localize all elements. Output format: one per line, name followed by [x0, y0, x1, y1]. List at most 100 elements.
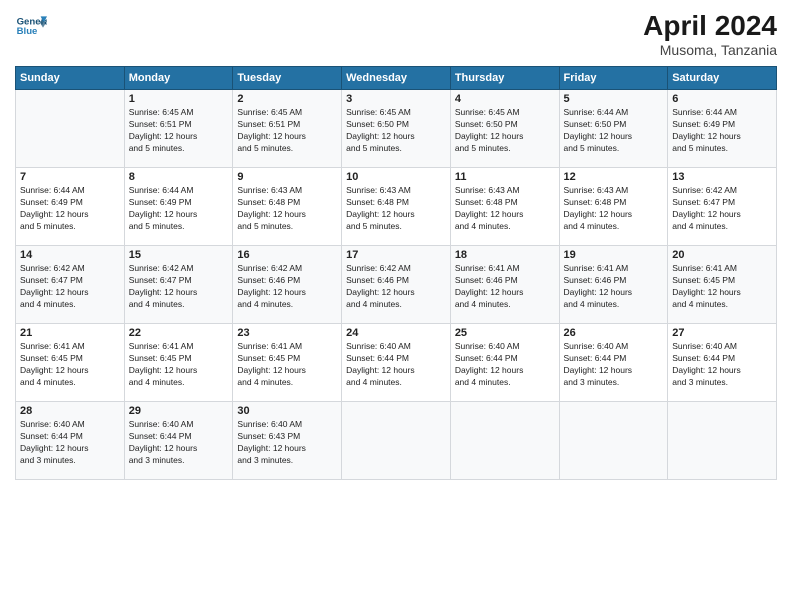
calendar-cell [668, 402, 777, 480]
day-number: 16 [237, 249, 337, 261]
day-number: 2 [237, 93, 337, 105]
day-info: Sunrise: 6:44 AM Sunset: 6:50 PM Dayligh… [564, 107, 664, 155]
calendar-week-3: 14 Sunrise: 6:42 AM Sunset: 6:47 PM Dayli… [16, 246, 777, 324]
calendar-cell: 14 Sunrise: 6:42 AM Sunset: 6:47 PM Dayli… [16, 246, 125, 324]
day-info: Sunrise: 6:40 AM Sunset: 6:44 PM Dayligh… [129, 419, 229, 467]
day-info: Sunrise: 6:44 AM Sunset: 6:49 PM Dayligh… [20, 185, 120, 233]
day-info: Sunrise: 6:41 AM Sunset: 6:46 PM Dayligh… [455, 263, 555, 311]
header-saturday: Saturday [668, 67, 777, 90]
day-info: Sunrise: 6:40 AM Sunset: 6:44 PM Dayligh… [346, 341, 446, 389]
day-info: Sunrise: 6:42 AM Sunset: 6:46 PM Dayligh… [237, 263, 337, 311]
day-info: Sunrise: 6:41 AM Sunset: 6:45 PM Dayligh… [672, 263, 772, 311]
day-info: Sunrise: 6:45 AM Sunset: 6:51 PM Dayligh… [237, 107, 337, 155]
day-info: Sunrise: 6:41 AM Sunset: 6:45 PM Dayligh… [237, 341, 337, 389]
day-number: 3 [346, 93, 446, 105]
day-info: Sunrise: 6:43 AM Sunset: 6:48 PM Dayligh… [564, 185, 664, 233]
logo-icon: General Blue [15, 10, 47, 42]
calendar-cell: 25 Sunrise: 6:40 AM Sunset: 6:44 PM Dayli… [450, 324, 559, 402]
calendar-cell: 28Sunrise: 6:40 AM Sunset: 6:44 PM Dayli… [16, 402, 125, 480]
title-block: April 2024 Musoma, Tanzania [643, 10, 777, 58]
day-number: 10 [346, 171, 446, 183]
day-number: 25 [455, 327, 555, 339]
day-info: Sunrise: 6:42 AM Sunset: 6:47 PM Dayligh… [672, 185, 772, 233]
day-info: Sunrise: 6:42 AM Sunset: 6:47 PM Dayligh… [20, 263, 120, 311]
calendar-cell: 26 Sunrise: 6:40 AM Sunset: 6:44 PM Dayli… [559, 324, 668, 402]
day-number: 24 [346, 327, 446, 339]
day-number: 1 [129, 93, 229, 105]
calendar-cell: 11Sunrise: 6:43 AM Sunset: 6:48 PM Dayli… [450, 168, 559, 246]
day-number: 5 [564, 93, 664, 105]
subtitle: Musoma, Tanzania [643, 42, 777, 58]
day-number: 12 [564, 171, 664, 183]
calendar-cell: 24 Sunrise: 6:40 AM Sunset: 6:44 PM Dayli… [342, 324, 451, 402]
day-info: Sunrise: 6:43 AM Sunset: 6:48 PM Dayligh… [346, 185, 446, 233]
calendar-cell: 2 Sunrise: 6:45 AM Sunset: 6:51 PM Daylig… [233, 90, 342, 168]
day-number: 26 [564, 327, 664, 339]
calendar-cell: 30Sunrise: 6:40 AM Sunset: 6:43 PM Dayli… [233, 402, 342, 480]
day-info: Sunrise: 6:41 AM Sunset: 6:45 PM Dayligh… [129, 341, 229, 389]
day-number: 14 [20, 249, 120, 261]
day-number: 17 [346, 249, 446, 261]
calendar-week-2: 7 Sunrise: 6:44 AM Sunset: 6:49 PM Daylig… [16, 168, 777, 246]
day-number: 9 [237, 171, 337, 183]
calendar-cell: 22 Sunrise: 6:41 AM Sunset: 6:45 PM Dayli… [124, 324, 233, 402]
calendar-cell: 20 Sunrise: 6:41 AM Sunset: 6:45 PM Dayli… [668, 246, 777, 324]
calendar-cell: 17Sunrise: 6:42 AM Sunset: 6:46 PM Dayli… [342, 246, 451, 324]
day-number: 11 [455, 171, 555, 183]
day-number: 22 [129, 327, 229, 339]
calendar-cell: 4 Sunrise: 6:45 AM Sunset: 6:50 PM Daylig… [450, 90, 559, 168]
header-friday: Friday [559, 67, 668, 90]
day-number: 4 [455, 93, 555, 105]
header-thursday: Thursday [450, 67, 559, 90]
calendar-cell [342, 402, 451, 480]
month-title: April 2024 [643, 10, 777, 42]
day-info: Sunrise: 6:44 AM Sunset: 6:49 PM Dayligh… [672, 107, 772, 155]
calendar-cell: 3Sunrise: 6:45 AM Sunset: 6:50 PM Daylig… [342, 90, 451, 168]
day-number: 30 [237, 405, 337, 417]
day-info: Sunrise: 6:40 AM Sunset: 6:44 PM Dayligh… [455, 341, 555, 389]
day-number: 21 [20, 327, 120, 339]
calendar-cell: 6 Sunrise: 6:44 AM Sunset: 6:49 PM Daylig… [668, 90, 777, 168]
calendar-cell: 19Sunrise: 6:41 AM Sunset: 6:46 PM Dayli… [559, 246, 668, 324]
calendar-cell [16, 90, 125, 168]
header-tuesday: Tuesday [233, 67, 342, 90]
calendar-table: Sunday Monday Tuesday Wednesday Thursday… [15, 66, 777, 480]
calendar-week-1: 1 Sunrise: 6:45 AM Sunset: 6:51 PM Daylig… [16, 90, 777, 168]
day-number: 19 [564, 249, 664, 261]
day-number: 8 [129, 171, 229, 183]
calendar-cell: 27Sunrise: 6:40 AM Sunset: 6:44 PM Dayli… [668, 324, 777, 402]
day-info: Sunrise: 6:44 AM Sunset: 6:49 PM Dayligh… [129, 185, 229, 233]
calendar-cell: 21 Sunrise: 6:41 AM Sunset: 6:45 PM Dayli… [16, 324, 125, 402]
day-number: 23 [237, 327, 337, 339]
day-number: 29 [129, 405, 229, 417]
day-info: Sunrise: 6:40 AM Sunset: 6:44 PM Dayligh… [564, 341, 664, 389]
calendar-cell: 23 Sunrise: 6:41 AM Sunset: 6:45 PM Dayli… [233, 324, 342, 402]
day-info: Sunrise: 6:43 AM Sunset: 6:48 PM Dayligh… [237, 185, 337, 233]
page: General Blue April 2024 Musoma, Tanzania… [0, 0, 792, 612]
calendar-cell: 29 Sunrise: 6:40 AM Sunset: 6:44 PM Dayli… [124, 402, 233, 480]
header-wednesday: Wednesday [342, 67, 451, 90]
calendar-header-row: Sunday Monday Tuesday Wednesday Thursday… [16, 67, 777, 90]
calendar-cell: 9 Sunrise: 6:43 AM Sunset: 6:48 PM Daylig… [233, 168, 342, 246]
day-info: Sunrise: 6:45 AM Sunset: 6:50 PM Dayligh… [455, 107, 555, 155]
day-number: 15 [129, 249, 229, 261]
header: General Blue April 2024 Musoma, Tanzania [15, 10, 777, 58]
logo: General Blue [15, 10, 47, 42]
calendar-cell: 18 Sunrise: 6:41 AM Sunset: 6:46 PM Dayli… [450, 246, 559, 324]
day-number: 13 [672, 171, 772, 183]
day-number: 18 [455, 249, 555, 261]
day-number: 27 [672, 327, 772, 339]
day-info: Sunrise: 6:45 AM Sunset: 6:51 PM Dayligh… [129, 107, 229, 155]
calendar-cell [450, 402, 559, 480]
day-number: 6 [672, 93, 772, 105]
day-info: Sunrise: 6:40 AM Sunset: 6:44 PM Dayligh… [20, 419, 120, 467]
calendar-week-5: 28Sunrise: 6:40 AM Sunset: 6:44 PM Dayli… [16, 402, 777, 480]
day-info: Sunrise: 6:42 AM Sunset: 6:47 PM Dayligh… [129, 263, 229, 311]
calendar-cell: 1 Sunrise: 6:45 AM Sunset: 6:51 PM Daylig… [124, 90, 233, 168]
day-number: 7 [20, 171, 120, 183]
calendar-cell: 16 Sunrise: 6:42 AM Sunset: 6:46 PM Dayli… [233, 246, 342, 324]
day-info: Sunrise: 6:41 AM Sunset: 6:45 PM Dayligh… [20, 341, 120, 389]
day-number: 20 [672, 249, 772, 261]
header-sunday: Sunday [16, 67, 125, 90]
calendar-cell [559, 402, 668, 480]
